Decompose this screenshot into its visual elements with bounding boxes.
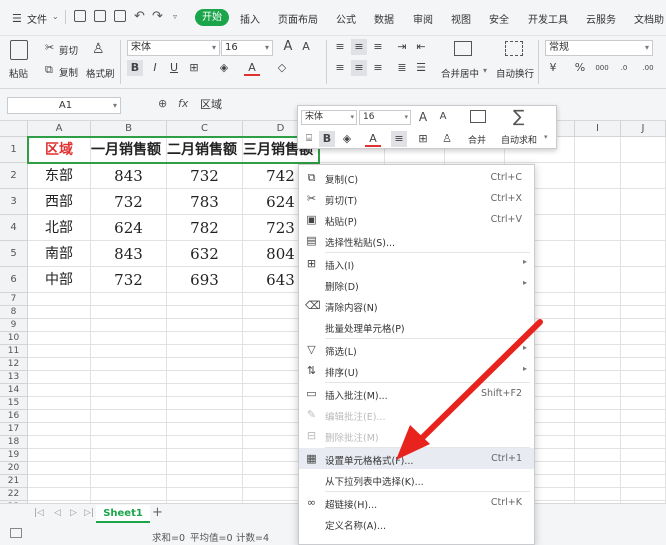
red-arrow-annotation [396,319,543,460]
